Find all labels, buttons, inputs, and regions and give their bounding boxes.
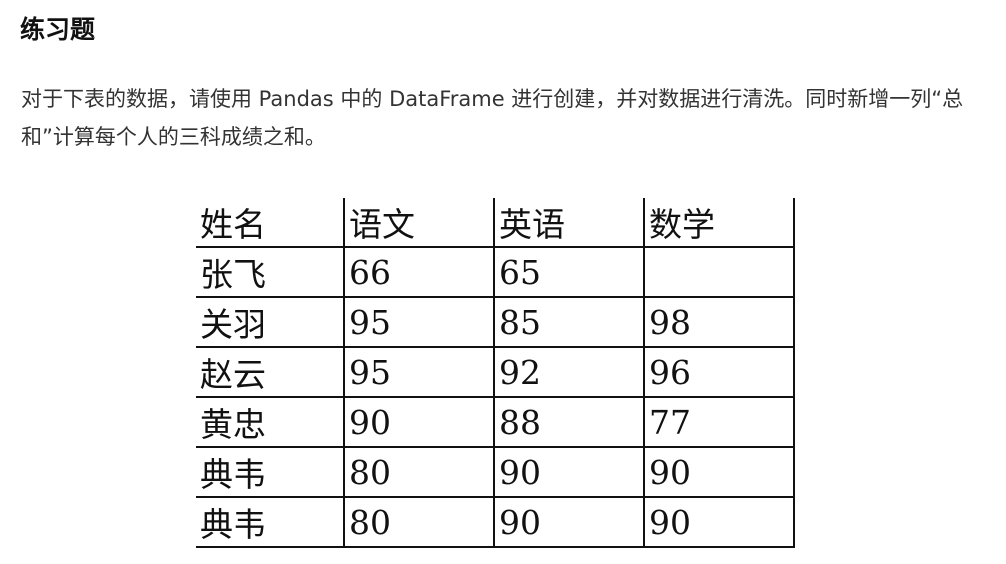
score-table-container: 姓名 语文 英语 数学 张飞 66 65 关羽 95 85 98 赵云 95 9… (196, 198, 795, 548)
cell-english: 65 (493, 246, 645, 298)
cell-chinese: 90 (343, 396, 495, 448)
cell-math: 90 (643, 446, 795, 498)
cell-name: 赵云 (196, 346, 345, 398)
cell-chinese: 66 (343, 246, 495, 298)
table-row: 黄忠 90 88 77 (196, 396, 795, 448)
table-row: 典韦 80 90 90 (196, 446, 795, 498)
cell-chinese: 80 (343, 496, 495, 548)
cell-chinese: 80 (343, 446, 495, 498)
table-row: 赵云 95 92 96 (196, 346, 795, 398)
header-english: 英语 (493, 198, 645, 248)
question-paragraph: 对于下表的数据，请使用 Pandas 中的 DataFrame 进行创建，并对数… (21, 87, 964, 149)
header-name: 姓名 (196, 198, 345, 248)
cell-math: 98 (643, 296, 795, 348)
cell-name: 关羽 (196, 296, 345, 348)
cell-math: 96 (643, 346, 795, 398)
cell-math: 77 (643, 396, 795, 448)
cell-english: 88 (493, 396, 645, 448)
header-chinese: 语文 (343, 198, 495, 248)
table-header-row: 姓名 语文 英语 数学 (196, 198, 795, 248)
cell-name: 黄忠 (196, 396, 345, 448)
cell-english: 85 (493, 296, 645, 348)
cell-name: 典韦 (196, 446, 345, 498)
score-table: 姓名 语文 英语 数学 张飞 66 65 关羽 95 85 98 赵云 95 9… (196, 198, 795, 548)
page-title: 练习题 (20, 15, 96, 44)
table-row: 张飞 66 65 (196, 246, 795, 298)
cell-name: 典韦 (196, 496, 345, 548)
cell-chinese: 95 (343, 346, 495, 398)
table-row: 典韦 80 90 90 (196, 496, 795, 548)
cell-english: 90 (493, 496, 645, 548)
cell-math (643, 246, 795, 298)
cell-english: 92 (493, 346, 645, 398)
cell-math: 90 (643, 496, 795, 548)
header-math: 数学 (643, 198, 795, 248)
cell-chinese: 95 (343, 296, 495, 348)
cell-name: 张飞 (196, 246, 345, 298)
cell-english: 90 (493, 446, 645, 498)
table-row: 关羽 95 85 98 (196, 296, 795, 348)
